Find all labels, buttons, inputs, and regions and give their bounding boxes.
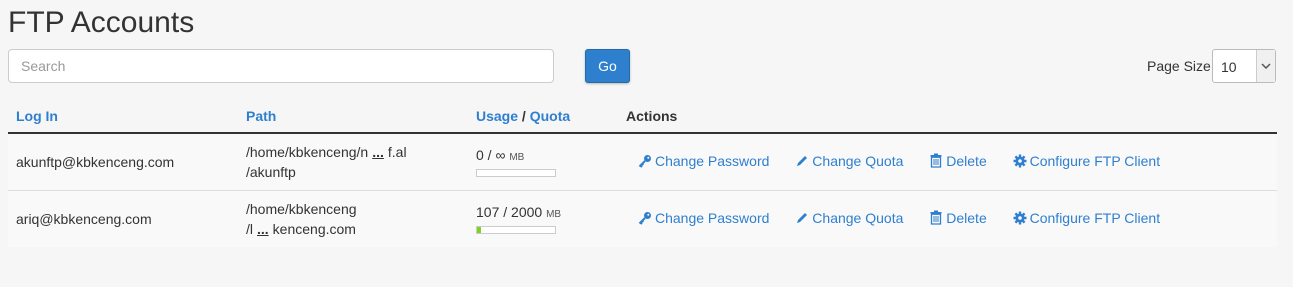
usage-value: 107 / 2000	[476, 204, 543, 220]
path-part: f.al	[387, 144, 407, 160]
path-part: /akunftp	[246, 164, 296, 180]
delete-link[interactable]: Delete	[929, 153, 987, 169]
login-cell: ariq@kbkenceng.com	[8, 190, 238, 247]
page-size-label: Page Size	[1147, 58, 1211, 74]
usage-bar	[476, 169, 556, 177]
sort-path-link[interactable]: Path	[246, 108, 276, 124]
usage-cell: 107 / 2000 MB	[468, 190, 618, 247]
usage-cell: 0 / ∞ MB	[468, 133, 618, 191]
go-button[interactable]: Go	[585, 49, 630, 83]
path-part: /home/kbkenceng/n	[246, 144, 369, 160]
login-cell: akunftp@kbkenceng.com	[8, 133, 238, 191]
change-quota-link[interactable]: Change Quota	[795, 210, 903, 226]
path-cell: /home/kbkenceng/n... f.al /akunftp	[238, 133, 468, 191]
trash-icon	[929, 153, 943, 168]
path-expand-link[interactable]: ...	[257, 221, 269, 237]
gear-icon	[1013, 211, 1027, 225]
path-part: /home/kbkenceng	[246, 201, 357, 217]
ftp-accounts-table: Log In Path Usage / Quota Actions akunft…	[8, 100, 1277, 247]
trash-icon	[929, 210, 943, 225]
actions-cell: Change Password Change Quota Delete Conf…	[618, 190, 1277, 247]
change-password-link[interactable]: Change Password	[638, 210, 769, 226]
usage-unit: MB	[546, 209, 562, 220]
path-part: /l	[246, 221, 253, 237]
key-icon	[638, 211, 652, 225]
table-row: ariq@kbkenceng.com /home/kbkenceng /l...…	[8, 190, 1277, 247]
sort-login-link[interactable]: Log In	[16, 108, 58, 124]
column-header-usage-quota: Usage / Quota	[468, 100, 618, 134]
pencil-icon	[795, 211, 809, 225]
column-header-login[interactable]: Log In	[8, 100, 238, 134]
page-size-select[interactable]: 10	[1212, 49, 1276, 83]
actions-cell: Change Password Change Quota Delete Conf…	[618, 133, 1277, 191]
delete-link[interactable]: Delete	[929, 210, 987, 226]
usage-bar-fill	[477, 227, 482, 233]
column-header-actions: Actions	[618, 100, 1277, 134]
page-title: FTP Accounts	[8, 6, 195, 39]
page-size-value: 10	[1221, 59, 1237, 75]
table-header-row: Log In Path Usage / Quota Actions	[8, 100, 1277, 134]
usage-unit: MB	[509, 152, 525, 163]
header-separator: /	[521, 108, 526, 124]
usage-bar	[476, 226, 556, 234]
change-password-link[interactable]: Change Password	[638, 153, 769, 169]
table-row: akunftp@kbkenceng.com /home/kbkenceng/n.…	[8, 133, 1277, 191]
key-icon	[638, 154, 652, 168]
usage-value: 0 / ∞	[476, 147, 506, 163]
sort-usage-link[interactable]: Usage	[476, 108, 518, 124]
column-header-path[interactable]: Path	[238, 100, 468, 134]
path-expand-link[interactable]: ...	[372, 144, 384, 160]
search-input[interactable]	[8, 49, 554, 83]
sort-quota-link[interactable]: Quota	[530, 108, 570, 124]
gear-icon	[1013, 154, 1027, 168]
configure-ftp-client-link[interactable]: Configure FTP Client	[1013, 210, 1160, 226]
pencil-icon	[795, 154, 809, 168]
chevron-down-icon[interactable]	[1256, 50, 1275, 82]
path-part: kenceng.com	[272, 221, 356, 237]
change-quota-link[interactable]: Change Quota	[795, 153, 903, 169]
configure-ftp-client-link[interactable]: Configure FTP Client	[1013, 153, 1160, 169]
path-cell: /home/kbkenceng /l... kenceng.com	[238, 190, 468, 247]
